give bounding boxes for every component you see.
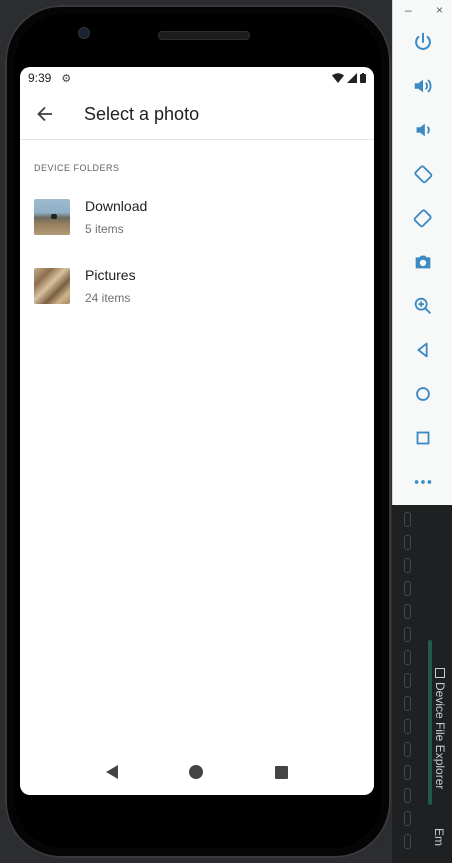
close-button[interactable]: × bbox=[436, 3, 443, 17]
folder-name: Pictures bbox=[85, 266, 136, 283]
status-time: 9:39 bbox=[28, 71, 52, 85]
front-camera bbox=[78, 27, 90, 39]
page-title: Select a photo bbox=[84, 103, 200, 124]
home-button[interactable] bbox=[393, 372, 452, 416]
arrow-back-icon bbox=[37, 106, 52, 122]
emulator-toolbar: – × bbox=[392, 0, 452, 505]
volume-down-icon bbox=[416, 123, 430, 137]
minimize-button[interactable]: – bbox=[405, 3, 412, 17]
camera-icon bbox=[415, 255, 431, 269]
overview-button[interactable] bbox=[393, 416, 452, 460]
folder-item-download[interactable]: Download 5 items bbox=[20, 182, 374, 251]
nav-back-button[interactable] bbox=[105, 765, 118, 779]
overview-icon bbox=[416, 431, 430, 445]
ide-gutter bbox=[402, 512, 412, 852]
nav-home-button[interactable] bbox=[189, 765, 204, 779]
folder-texts: Download 5 items bbox=[85, 198, 147, 236]
rotate-left-button[interactable] bbox=[393, 152, 452, 196]
status-bar: 9:39 ⚙ bbox=[20, 67, 374, 89]
volume-up-icon bbox=[414, 79, 432, 93]
status-icons bbox=[332, 73, 366, 83]
volume-up-button[interactable] bbox=[393, 64, 452, 108]
back-arrow-button[interactable] bbox=[20, 105, 70, 123]
rotate-right-button[interactable] bbox=[393, 196, 452, 240]
navigation-bar bbox=[20, 749, 374, 795]
settings-gear-icon: ⚙ bbox=[61, 72, 72, 85]
folder-item-pictures[interactable]: Pictures 24 items bbox=[20, 251, 374, 320]
device-icon bbox=[435, 668, 445, 678]
back-button[interactable] bbox=[393, 328, 452, 372]
folder-count: 5 items bbox=[85, 221, 124, 236]
emulator-tab[interactable]: Em bbox=[432, 828, 446, 846]
more-icon bbox=[414, 480, 432, 484]
folder-thumbnail bbox=[34, 267, 70, 304]
back-icon bbox=[417, 342, 428, 358]
signal-icon bbox=[347, 73, 357, 83]
home-icon bbox=[416, 387, 430, 401]
rotate-left-icon bbox=[414, 165, 433, 184]
folder-count: 24 items bbox=[85, 290, 131, 305]
folder-texts: Pictures 24 items bbox=[85, 267, 136, 305]
earpiece-speaker bbox=[158, 31, 250, 40]
section-label: DEVICE FOLDERS bbox=[34, 163, 120, 173]
folder-list: Download 5 items Pictures 24 items bbox=[20, 182, 374, 320]
phone-screen: 9:39 ⚙ Select a photo DEVICE FOLDERS Dow… bbox=[20, 67, 374, 795]
screenshot-button[interactable] bbox=[393, 240, 452, 284]
zoom-button[interactable] bbox=[393, 284, 452, 328]
device-file-explorer-tab[interactable]: Device File Explorer bbox=[430, 668, 450, 808]
rotate-right-icon bbox=[413, 209, 432, 228]
more-button[interactable] bbox=[393, 460, 452, 504]
battery-icon bbox=[360, 73, 366, 83]
volume-down-button[interactable] bbox=[393, 108, 452, 152]
app-bar: Select a photo bbox=[20, 89, 374, 140]
wifi-icon bbox=[332, 73, 344, 83]
power-button[interactable] bbox=[393, 20, 452, 64]
folder-thumbnail bbox=[34, 198, 70, 235]
power-icon bbox=[415, 32, 431, 50]
zoom-icon bbox=[414, 297, 431, 314]
folder-name: Download bbox=[85, 197, 148, 214]
nav-recents-button[interactable] bbox=[275, 765, 289, 779]
toolbar-window-controls: – × bbox=[393, 0, 452, 20]
